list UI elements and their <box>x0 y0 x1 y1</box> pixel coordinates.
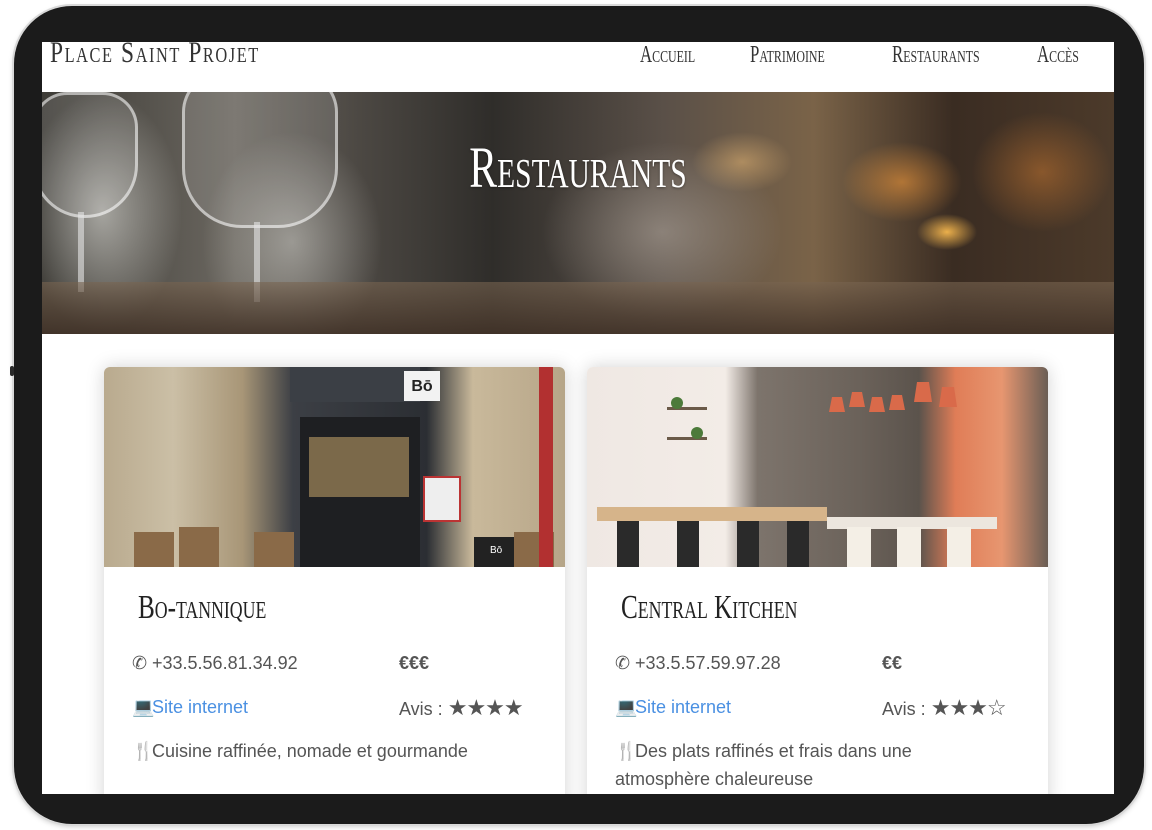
phone-row: ✆ +33.5.56.81.34.92 <box>132 653 298 674</box>
storefront-illustration: Bō Bō <box>134 367 554 567</box>
restaurant-card: Bō Bō Bo-tannique ✆ +33.5.56.81.34.92 €€€ <box>104 367 565 794</box>
star-empty-icon: ☆ <box>986 695 1007 720</box>
phone-number[interactable]: +33.5.56.81.34.92 <box>152 653 298 673</box>
nav-link-patrimoine[interactable]: Patrimoine <box>750 42 825 69</box>
description-row: 🍴Cuisine raffinée, nomade et gourmande <box>132 741 468 762</box>
website-row: 💻Site internet <box>615 697 731 718</box>
restaurant-description: Cuisine raffinée, nomade et gourmande <box>152 741 468 761</box>
star-filled-icon: ★ <box>466 695 486 720</box>
hero-title: Restaurants <box>469 135 687 200</box>
star-filled-icon: ★ <box>447 695 468 720</box>
reviews-row: Avis : ★★★★ <box>399 695 524 721</box>
phone-icon: ✆ <box>615 653 631 673</box>
restaurant-description-line1: Des plats raffinés et frais dans une <box>635 741 912 761</box>
hero-table-surface <box>42 282 1114 334</box>
restaurant-photo <box>587 367 1048 567</box>
reviews-row: Avis : ★★★☆ <box>882 695 1007 721</box>
site-brand[interactable]: Place Saint Projet <box>50 42 260 70</box>
reviews-label: Avis : <box>399 699 443 719</box>
restaurant-card: Central Kitchen ✆ +33.5.57.59.97.28 €€ 💻S… <box>587 367 1048 794</box>
website-row: 💻Site internet <box>132 697 248 718</box>
navbar: Place Saint Projet Accueil Patrimoine Re… <box>42 42 1114 92</box>
price-level: €€€ <box>399 653 430 673</box>
hero-banner: Restaurants <box>42 92 1114 334</box>
nav-link-acces[interactable]: Accès <box>1037 42 1079 69</box>
utensils-icon: 🍴 <box>615 741 638 761</box>
restaurant-description-line2: atmosphère chaleureuse <box>615 769 814 789</box>
laptop-icon: 💻 <box>615 697 638 717</box>
interior-illustration <box>597 382 997 567</box>
phone-icon: ✆ <box>132 653 148 673</box>
reviews-label: Avis : <box>882 699 926 719</box>
svg-text:Bō: Bō <box>490 545 503 556</box>
restaurant-photo: Bō Bō <box>104 367 565 567</box>
restaurant-name: Bo-tannique <box>138 589 267 626</box>
restaurant-name: Central Kitchen <box>621 589 798 626</box>
price-level: €€ <box>882 653 903 673</box>
star-filled-icon: ★ <box>968 695 988 720</box>
star-filled-icon: ★ <box>503 695 524 720</box>
phone-number[interactable]: +33.5.57.59.97.28 <box>635 653 781 673</box>
nav-link-accueil[interactable]: Accueil <box>640 42 695 69</box>
tablet-side-button <box>10 366 14 376</box>
star-filled-icon: ★ <box>485 695 505 720</box>
wine-glass-left-stem <box>78 212 84 292</box>
laptop-icon: 💻 <box>132 697 155 717</box>
utensils-icon: 🍴 <box>132 741 155 761</box>
description-row-2: atmosphère chaleureuse <box>615 769 813 790</box>
svg-text:Bō: Bō <box>411 378 433 395</box>
nav-link-restaurants[interactable]: Restaurants <box>892 42 980 69</box>
website-link[interactable]: Site internet <box>152 697 248 717</box>
browser-viewport: Place Saint Projet Accueil Patrimoine Re… <box>42 42 1114 794</box>
star-filled-icon: ★ <box>949 695 969 720</box>
phone-row: ✆ +33.5.57.59.97.28 <box>615 653 781 674</box>
description-row: 🍴Des plats raffinés et frais dans une <box>615 741 912 762</box>
star-filled-icon: ★ <box>930 695 951 720</box>
website-link[interactable]: Site internet <box>635 697 731 717</box>
